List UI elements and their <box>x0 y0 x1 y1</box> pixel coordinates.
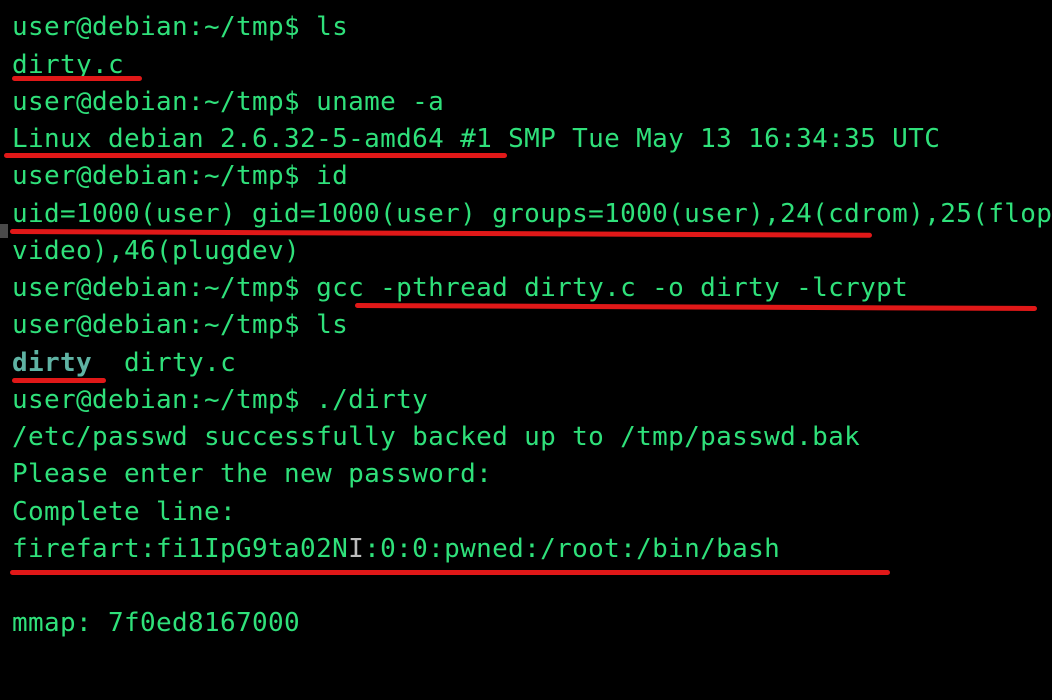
terminal-window[interactable]: user@debian:~/tmp$ ls dirty.c user@debia… <box>0 0 1052 700</box>
annotation-underline-passwd-entry <box>10 570 890 575</box>
prompt-line-run-dirty: user@debian:~/tmp$ ./dirty <box>12 385 429 415</box>
output-line-backup-notice: /etc/passwd successfully backed up to /t… <box>12 422 861 452</box>
prompt-line-id: user@debian:~/tmp$ id <box>12 161 349 191</box>
left-gutter-mark <box>0 224 8 238</box>
mouse-text-cursor-icon: I <box>348 534 365 564</box>
output-line-id-result-wrap: video),46(plugdev) <box>12 236 301 266</box>
output-line-ls-result-2: dirty dirty.c <box>12 345 236 382</box>
annotation-underline-dirty <box>12 378 106 383</box>
output-line-mmap: mmap: 7f0ed8167000 <box>12 608 301 638</box>
prompt-line-gcc: user@debian:~/tmp$ gcc -pthread dirty.c … <box>12 273 909 303</box>
passwd-entry-end: :0:0:pwned:/root:/bin/bash <box>364 534 781 564</box>
output-line-complete-line-label: Complete line: <box>12 497 237 527</box>
annotation-underline-kernel <box>4 153 507 158</box>
prompt-line-uname: user@debian:~/tmp$ uname -a <box>12 87 445 117</box>
prompt-line-ls-2: user@debian:~/tmp$ ls <box>12 310 349 340</box>
prompt-line-ls: user@debian:~/tmp$ ls <box>12 12 349 42</box>
file-entry-dirty-c: dirty.c <box>124 348 237 378</box>
output-line-passwd-entry: firefart:fi1IpG9ta02NI:0:0:pwned:/root:/… <box>12 531 780 568</box>
annotation-underline-gcc <box>354 303 1038 311</box>
annotation-underline-dirty-c <box>12 76 142 81</box>
directory-entry-dirty: dirty <box>12 348 93 378</box>
output-line-id-result: uid=1000(user) gid=1000(user) groups=100… <box>12 199 1052 229</box>
passwd-entry-start: firefart:fi1IpG9ta02N <box>12 534 349 564</box>
output-line-password-prompt: Please enter the new password: <box>12 459 493 489</box>
